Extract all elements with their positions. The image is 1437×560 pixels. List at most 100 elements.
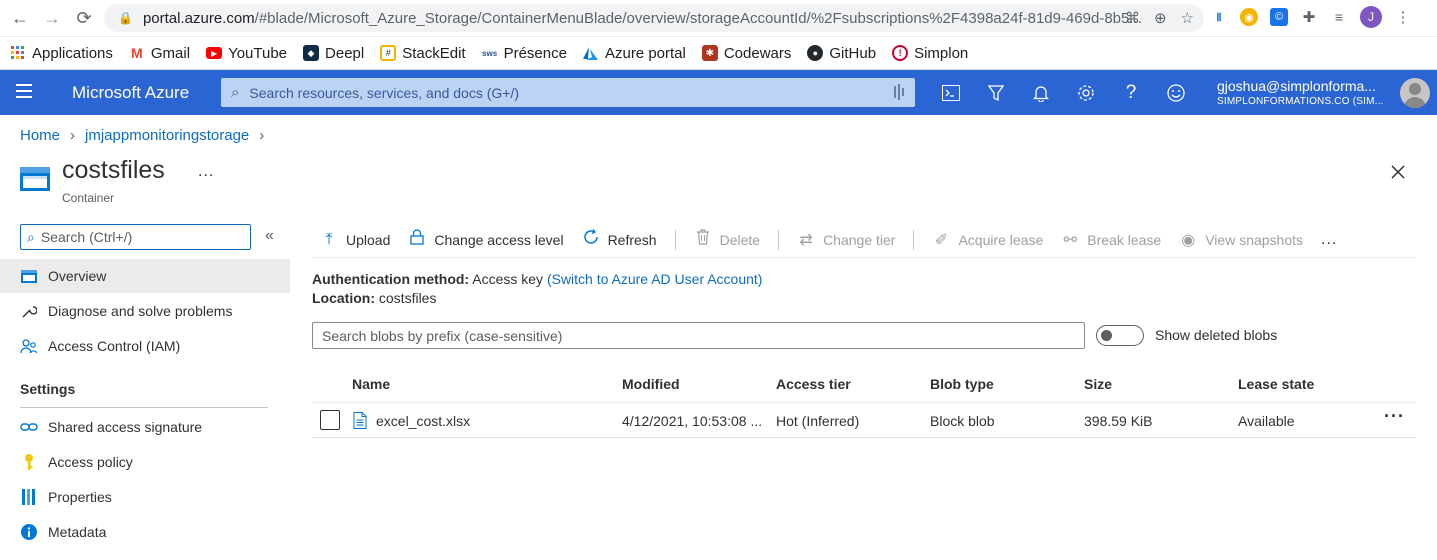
show-deleted-label: Show deleted blobs xyxy=(1155,327,1278,343)
acquire-lease-button[interactable]: ✐ Acquire lease xyxy=(932,230,1044,250)
close-icon[interactable] xyxy=(1389,163,1407,181)
breadcrumb-storage-account[interactable]: jmjappmonitoringstorage xyxy=(85,127,249,144)
show-deleted-toggle[interactable] xyxy=(1096,325,1144,346)
toolbar-divider xyxy=(913,229,915,250)
blob-name[interactable]: excel_cost.xlsx xyxy=(376,413,470,429)
container-icon xyxy=(20,269,38,283)
back-arrow-icon[interactable]: ← xyxy=(8,6,32,30)
bookmark-label: Présence xyxy=(503,44,567,62)
bookmark-codewars[interactable]: ✱ Codewars xyxy=(701,45,791,62)
column-header-lease-state[interactable]: Lease state xyxy=(1238,376,1314,392)
bookmark-github[interactable]: ● GitHub xyxy=(807,45,876,62)
help-icon[interactable]: ? xyxy=(1120,82,1142,104)
extension-icon-3[interactable]: © xyxy=(1270,8,1288,26)
profile-avatar[interactable]: J xyxy=(1360,6,1382,28)
refresh-label: Refresh xyxy=(607,231,657,248)
people-icon xyxy=(20,338,38,354)
column-header-name[interactable]: Name xyxy=(352,376,390,392)
user-email: gjoshua@simplonforma... xyxy=(1217,78,1376,94)
simplon-icon: ! xyxy=(892,45,909,61)
row-more-button[interactable]: ··· xyxy=(1384,406,1405,427)
gear-icon[interactable] xyxy=(1075,82,1097,104)
sidebar-item-overview[interactable]: Overview xyxy=(0,259,290,293)
bell-icon[interactable] xyxy=(1030,82,1052,104)
upload-arrow-icon: ⤒ xyxy=(325,230,333,248)
sidebar-item-label: Properties xyxy=(48,489,112,505)
sidebar-search-placeholder: Search (Ctrl+/) xyxy=(40,229,133,245)
row-checkbox[interactable] xyxy=(320,410,340,430)
sidebar-item-access-policy[interactable]: Access policy xyxy=(0,445,290,479)
hamburger-menu-icon[interactable] xyxy=(16,84,32,98)
location-value: costsfiles xyxy=(378,290,437,306)
search-extension-icon xyxy=(894,84,904,100)
blob-lease-state: Available xyxy=(1238,413,1295,429)
wrench-icon xyxy=(20,303,38,319)
sidebar-item-metadata[interactable]: Metadata xyxy=(0,515,290,549)
menu-dots-icon[interactable]: ⋮ xyxy=(1394,8,1412,26)
bookmark-simplon[interactable]: ! Simplon xyxy=(892,45,968,62)
sidebar-item-shared-access-signature[interactable]: Shared access signature xyxy=(0,410,290,444)
puzzle-icon[interactable]: ✚ xyxy=(1300,8,1318,26)
sidebar-item-diagnose[interactable]: Diagnose and solve problems xyxy=(0,294,290,328)
column-header-blob-type[interactable]: Blob type xyxy=(930,376,994,392)
bookmark-deepl[interactable]: ◆ Deepl xyxy=(303,45,364,62)
sidebar-item-label: Metadata xyxy=(48,524,107,540)
bookmark-presence[interactable]: sws Présence xyxy=(482,45,567,62)
feedback-smiley-icon[interactable] xyxy=(1165,82,1187,104)
portal-title[interactable]: Microsoft Azure xyxy=(72,83,189,103)
upload-button[interactable]: ⤒ Upload xyxy=(320,231,390,249)
lock-icon: 🔒 xyxy=(118,11,133,25)
blob-table-header: Name Modified Access tier Blob type Size… xyxy=(312,368,1416,403)
bookmarks-bar: Applications M Gmail ▶ YouTube ◆ Deepl #… xyxy=(0,37,1437,70)
extension-icon-2[interactable]: ◉ xyxy=(1240,8,1258,26)
avatar[interactable] xyxy=(1400,78,1430,108)
column-header-access-tier[interactable]: Access tier xyxy=(776,376,851,392)
forward-arrow-icon[interactable]: → xyxy=(40,6,64,30)
directory-filter-icon[interactable] xyxy=(985,82,1007,104)
bookmark-applications[interactable]: Applications xyxy=(10,45,113,62)
upload-label: Upload xyxy=(346,231,391,248)
blob-type: Block blob xyxy=(930,413,995,429)
sidebar-item-properties[interactable]: Properties xyxy=(0,480,290,514)
toolbar-more-button[interactable]: ... xyxy=(1321,231,1337,249)
url-path: /#blade/Microsoft_Azure_Storage/Containe… xyxy=(254,9,1142,27)
address-bar[interactable]: 🔒 portal.azure.com/#blade/Microsoft_Azur… xyxy=(104,4,1204,32)
zoom-icon[interactable]: ⊕ xyxy=(1154,9,1167,27)
refresh-button[interactable]: Refresh xyxy=(582,228,657,251)
sidebar-search-input[interactable]: ⌕ Search (Ctrl+/) xyxy=(20,224,251,250)
codewars-icon: ✱ xyxy=(701,45,718,61)
azure-icon xyxy=(583,45,599,61)
link-icon xyxy=(20,421,38,433)
reading-list-icon[interactable]: ≡ xyxy=(1330,8,1348,26)
break-lease-button[interactable]: ⚯ Break lease xyxy=(1061,230,1162,250)
global-search-input[interactable]: ⌕ Search resources, services, and docs (… xyxy=(221,78,915,107)
bookmark-stackedit[interactable]: # StackEdit xyxy=(380,45,466,62)
column-header-modified[interactable]: Modified xyxy=(622,376,680,392)
sidebar-item-iam[interactable]: Access Control (IAM) xyxy=(0,329,290,363)
change-tier-button[interactable]: ⇄ Change tier xyxy=(797,230,895,250)
star-icon[interactable]: ☆ xyxy=(1181,9,1194,27)
account-menu[interactable]: gjoshua@simplonforma... SIMPLONFORMATION… xyxy=(1217,78,1384,107)
extension-icon-1[interactable]: Ⅱ xyxy=(1210,8,1228,26)
view-snapshots-button[interactable]: ◉ View snapshots xyxy=(1179,230,1303,250)
switch-auth-link[interactable]: (Switch to Azure AD User Account) xyxy=(547,271,763,287)
table-row[interactable]: excel_cost.xlsx 4/12/2021, 10:53:08 ... … xyxy=(312,403,1416,438)
resource-more-button[interactable]: ... xyxy=(198,163,214,181)
blob-prefix-search-input[interactable]: Search blobs by prefix (case-sensitive) xyxy=(312,322,1085,349)
sidebar-item-label: Shared access signature xyxy=(48,419,203,435)
change-access-level-button[interactable]: Change access level xyxy=(408,229,564,250)
collapse-sidebar-icon[interactable]: « xyxy=(265,227,274,245)
reload-icon[interactable]: ⟳ xyxy=(72,6,96,30)
cloud-shell-icon[interactable] xyxy=(940,82,962,104)
apps-grid-icon xyxy=(10,45,26,61)
url-host: portal.azure.com xyxy=(142,9,255,27)
bookmark-gmail[interactable]: M Gmail xyxy=(129,45,190,62)
column-header-size[interactable]: Size xyxy=(1084,376,1112,392)
breadcrumb-home[interactable]: Home xyxy=(20,127,60,144)
delete-button[interactable]: Delete xyxy=(694,229,760,250)
location-label: Location: xyxy=(312,290,375,306)
translate-icon[interactable]: ⌘ xyxy=(1125,9,1140,27)
bookmark-youtube[interactable]: ▶ YouTube xyxy=(206,45,287,62)
blob-search-placeholder: Search blobs by prefix (case-sensitive) xyxy=(322,327,563,344)
bookmark-azure-portal[interactable]: Azure portal xyxy=(583,45,686,62)
